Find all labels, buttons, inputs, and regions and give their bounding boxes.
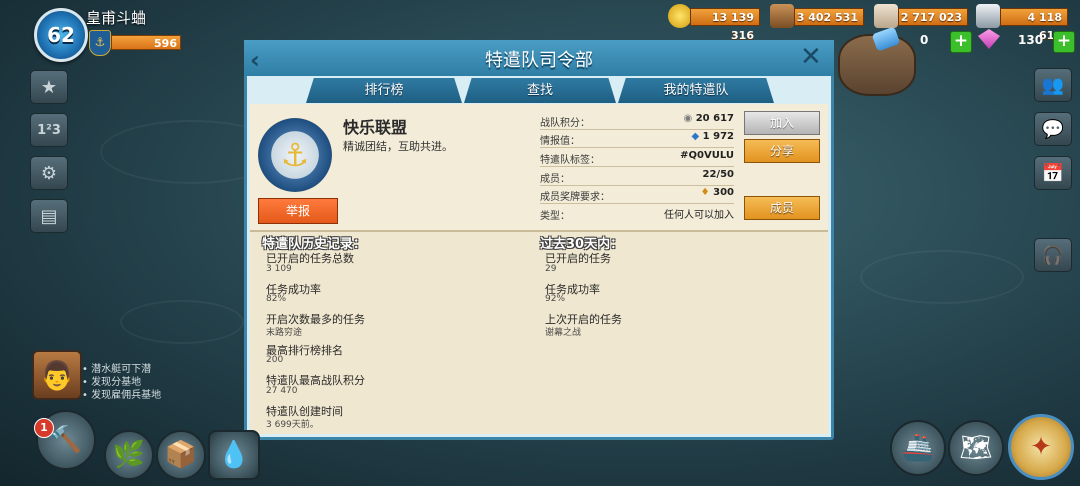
- quest-item[interactable]: • 发现雇佣兵基地: [82, 386, 161, 401]
- diamond-counter: 130: [1018, 33, 1044, 47]
- medal-icon: ◉: [683, 113, 696, 124]
- stat-value: ◉ 20 617: [683, 113, 735, 124]
- stat-label: 特遣队标签：: [540, 155, 600, 166]
- notification-badge: 1: [34, 418, 54, 438]
- stat-label: 战队积分：: [540, 118, 590, 129]
- player-name: 皇甫斗蛐: [86, 9, 147, 27]
- history-value: 27 470: [266, 386, 298, 396]
- tab-leaderboard[interactable]: 排行榜: [306, 78, 462, 103]
- iron-counter: 4 118 614: [1000, 8, 1068, 42]
- history-value: 3 109: [266, 264, 292, 274]
- stat-label: 情报值：: [540, 136, 580, 147]
- panel-title: 特遣队司令部: [485, 50, 593, 71]
- add-diamonds-button[interactable]: +: [1053, 31, 1075, 53]
- plants-icon[interactable]: 🌿: [104, 430, 154, 480]
- history-value: 3 699天前。: [266, 420, 319, 430]
- clan-name: 快乐联盟: [343, 118, 408, 137]
- stars-icon[interactable]: ★: [30, 70, 68, 104]
- stat-row: 成员奖牌要求： ♦ 300: [540, 185, 734, 204]
- gold-icon: [668, 4, 692, 28]
- support-icon[interactable]: 🎧: [1034, 238, 1072, 272]
- ship-icon[interactable]: 🚢: [890, 420, 946, 476]
- wood-icon: [770, 4, 794, 28]
- intel-icon: ◆: [691, 131, 703, 142]
- tab-search[interactable]: 查找: [464, 78, 616, 103]
- join-button[interactable]: 加入: [744, 111, 820, 135]
- stat-value: 22/50: [702, 169, 734, 180]
- stone-counter: 2 717 023: [898, 8, 968, 26]
- stat-value: 任何人可以加入: [664, 210, 734, 221]
- stat-row: 类型： 任何人可以加入: [540, 204, 734, 222]
- anchor-icon: ⚓: [89, 30, 111, 56]
- share-button[interactable]: 分享: [744, 139, 820, 163]
- tab-my-taskforce[interactable]: 我的特遣队: [618, 78, 774, 103]
- iron-icon: [976, 4, 1000, 28]
- chest-icon[interactable]: 📦: [156, 430, 206, 480]
- stat-value: #Q0VULU: [680, 150, 734, 161]
- advisor-avatar[interactable]: 👨: [32, 350, 82, 400]
- crystal-icon[interactable]: 💧: [208, 430, 260, 480]
- sea-wave: [120, 300, 244, 344]
- player-level-badge[interactable]: 62: [34, 8, 88, 62]
- stat-label: 类型：: [540, 211, 570, 222]
- back-arrow-icon[interactable]: ‹: [250, 46, 260, 74]
- stat-label: 成员：: [540, 174, 570, 185]
- stat-value: ♦ 300: [700, 187, 734, 198]
- history-value: 末路穷途: [266, 328, 303, 338]
- news-icon[interactable]: ▤: [30, 199, 68, 233]
- report-button[interactable]: 举报: [258, 198, 338, 224]
- stat-row: 战队积分： ◉ 20 617: [540, 111, 734, 130]
- last30-value: 92%: [545, 294, 566, 304]
- close-icon[interactable]: ✕: [800, 42, 822, 72]
- stat-row: 情报值： ◆ 1 972: [540, 129, 734, 148]
- calendar-icon[interactable]: 📅: [1034, 156, 1072, 190]
- trophy-icon: ♦: [700, 187, 714, 198]
- members-button[interactable]: 成员: [744, 196, 820, 220]
- chat-icon[interactable]: 💬: [1034, 112, 1072, 146]
- gold-counter: 13 139 316: [690, 8, 760, 42]
- last30-value: 谢幕之战: [545, 328, 582, 338]
- add-tickets-button[interactable]: +: [950, 31, 972, 53]
- history-value: 82%: [266, 294, 287, 304]
- stat-row: 特遣队标签： #Q0VULU: [540, 148, 734, 167]
- last30-value: 29: [545, 264, 557, 274]
- clan-emblem: ⚓: [258, 118, 332, 192]
- stone-icon: [874, 4, 898, 28]
- compass-icon[interactable]: ✦: [1008, 414, 1074, 480]
- map-icon[interactable]: 🗺: [948, 420, 1004, 476]
- ticket-counter: 0: [920, 33, 929, 47]
- wood-counter: 3 402 531: [794, 8, 864, 26]
- diamond-icon: [978, 29, 1000, 49]
- stat-row: 成员： 22/50: [540, 167, 734, 186]
- taskforce-icon[interactable]: 👥: [1034, 68, 1072, 102]
- trophy-counter: 596: [111, 35, 181, 50]
- stat-label: 成员奖牌要求：: [540, 192, 610, 203]
- leaderboard-icon[interactable]: 1²3: [30, 113, 68, 147]
- history-value: 200: [266, 355, 284, 365]
- sea-wave: [860, 250, 1024, 304]
- stat-value: ◆ 1 972: [691, 131, 735, 142]
- clan-description: 精诚团结，互助共进。: [343, 140, 453, 153]
- gear-icon[interactable]: ⚙: [30, 156, 68, 190]
